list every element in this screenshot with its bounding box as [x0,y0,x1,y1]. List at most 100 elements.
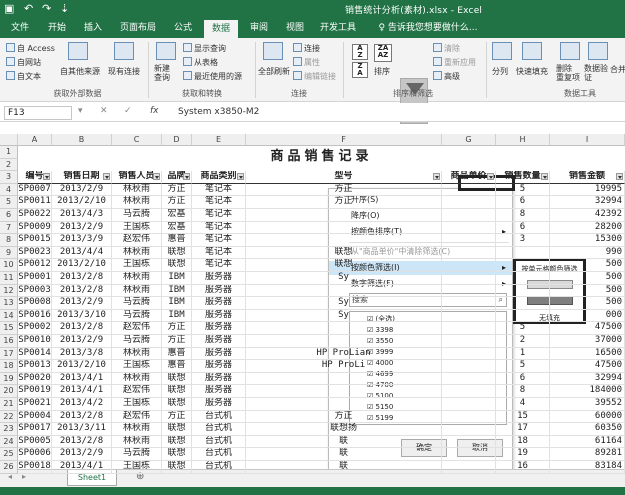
table-cell[interactable] [442,398,496,411]
table-cell[interactable]: IBM [162,284,192,298]
table-cell[interactable]: SP0017 [18,423,52,436]
row-header[interactable]: 12 [0,284,18,298]
column-header[interactable]: B [52,134,112,146]
table-cell[interactable]: 47500 [550,322,625,335]
table-cell[interactable]: 林秋雨 [112,435,162,449]
table-cell[interactable]: 2013/2/9 [52,183,112,197]
column-header[interactable]: G [442,134,496,146]
table-cell[interactable] [442,196,496,209]
from-access-button[interactable]: 自 Access [6,43,55,54]
row-header[interactable]: 25 [0,448,18,461]
table-cell[interactable]: 19 [496,448,550,461]
row-header[interactable]: 1 [0,146,18,159]
table-cell[interactable]: 王国栋 [112,360,162,373]
reapply-button[interactable]: 重新应用 [433,57,476,68]
table-cell[interactable] [442,448,496,461]
table-cell[interactable]: SP0014 [18,347,52,361]
table-cell[interactable]: 联想 [162,398,192,411]
table-cell[interactable]: 184000 [550,385,625,398]
table-cell[interactable] [442,372,496,386]
column-header[interactable]: C [112,134,162,146]
column-header[interactable]: H [496,134,550,146]
table-cell[interactable]: 32994 [550,372,625,386]
tab-formulas[interactable]: 公式 [168,19,198,38]
row-header[interactable]: 17 [0,347,18,361]
table-cell[interactable] [442,461,496,474]
table-cell[interactable]: SP0021 [18,398,52,411]
row-header[interactable]: 7 [0,221,18,235]
table-cell[interactable]: 服务器 [192,335,246,348]
tab-home[interactable]: 开始 [42,19,72,38]
filter-dropdown-icon[interactable] [487,173,494,181]
table-cell[interactable]: 林秋雨 [112,423,162,436]
table-cell[interactable]: 联想 [162,246,192,260]
table-cell[interactable] [246,209,442,222]
row-header[interactable]: 2 [0,158,18,172]
table-cell[interactable]: SP0015 [18,234,52,247]
table-cell[interactable] [442,335,496,348]
table-cell[interactable]: 2013/2/9 [52,335,112,348]
table-cell[interactable]: 服务器 [192,372,246,386]
table-cell[interactable]: 2013/2/9 [52,297,112,310]
table-cell[interactable] [246,385,442,398]
row-header[interactable]: 19 [0,372,18,386]
table-cell[interactable]: 服务器 [192,347,246,361]
tab-insert[interactable]: 插入 [78,19,108,38]
table-cell[interactable]: 18 [496,435,550,449]
table-cell[interactable]: SP0001 [18,272,52,285]
table-cell[interactable]: 联 [246,435,442,449]
table-cell[interactable]: 500 [550,284,625,298]
table-cell[interactable]: 联想 [162,435,192,449]
column-header[interactable]: F [246,134,442,146]
table-cell[interactable]: IBM [162,309,192,323]
remove-duplicates-button[interactable]: 删除 重复项 [556,64,580,82]
table-cell[interactable]: 2013/4/4 [52,246,112,260]
row-header[interactable]: 24 [0,435,18,449]
table-cell[interactable]: 6 [496,196,550,209]
data-validation-button[interactable]: 数据验 证 [584,64,608,82]
table-cell[interactable]: SP0002 [18,322,52,335]
filter-dropdown-icon[interactable] [433,173,440,181]
table-cell[interactable]: Sy [246,272,442,285]
table-cell[interactable]: 2013/3/8 [52,347,112,361]
table-cell[interactable]: 宏基 [162,209,192,222]
table-cell[interactable]: 联想 [162,259,192,272]
table-cell[interactable]: IBM [162,297,192,310]
table-cell[interactable]: SP0006 [18,448,52,461]
filter-dropdown-icon[interactable] [153,173,160,181]
table-cell[interactable]: SP0020 [18,372,52,386]
table-cell[interactable]: SP0022 [18,209,52,222]
table-cell[interactable]: 2013/2/8 [52,410,112,424]
table-cell[interactable]: 2013/2/8 [52,272,112,285]
table-cell[interactable]: 16500 [550,347,625,361]
row-header[interactable]: 13 [0,297,18,310]
table-cell[interactable]: SP0010 [18,335,52,348]
properties-button[interactable]: 属性 [293,57,320,68]
table-cell[interactable] [496,259,550,272]
table-cell[interactable]: 42392 [550,209,625,222]
table-cell[interactable]: 2013/3/10 [52,309,112,323]
table-cell[interactable]: 000 [550,309,625,323]
table-cell[interactable]: 2013/2/8 [52,435,112,449]
text-to-columns-button[interactable]: 分列 [492,66,508,77]
table-cell[interactable] [442,183,496,197]
table-cell[interactable]: 2013/4/1 [52,372,112,386]
table-cell[interactable]: 笔记本 [192,246,246,260]
table-cell[interactable]: SP0004 [18,410,52,424]
row-header[interactable]: 11 [0,272,18,285]
table-cell[interactable] [442,272,496,285]
table-cell[interactable]: 500 [550,297,625,310]
table-cell[interactable]: SP0016 [18,309,52,323]
table-cell[interactable]: IBM [162,272,192,285]
table-cell[interactable]: SP0008 [18,297,52,310]
tab-review[interactable]: 审阅 [244,19,274,38]
table-cell[interactable]: 服务器 [192,398,246,411]
table-cell[interactable]: 2013/4/3 [52,209,112,222]
table-cell[interactable]: 服务器 [192,284,246,298]
table-cell[interactable] [442,209,496,222]
table-cell[interactable]: 2013/4/1 [52,461,112,474]
table-cell[interactable]: 28200 [550,221,625,235]
table-cell[interactable] [496,272,550,285]
enter-icon[interactable]: ✓ [124,106,132,116]
filter-dropdown-icon[interactable] [237,173,244,181]
